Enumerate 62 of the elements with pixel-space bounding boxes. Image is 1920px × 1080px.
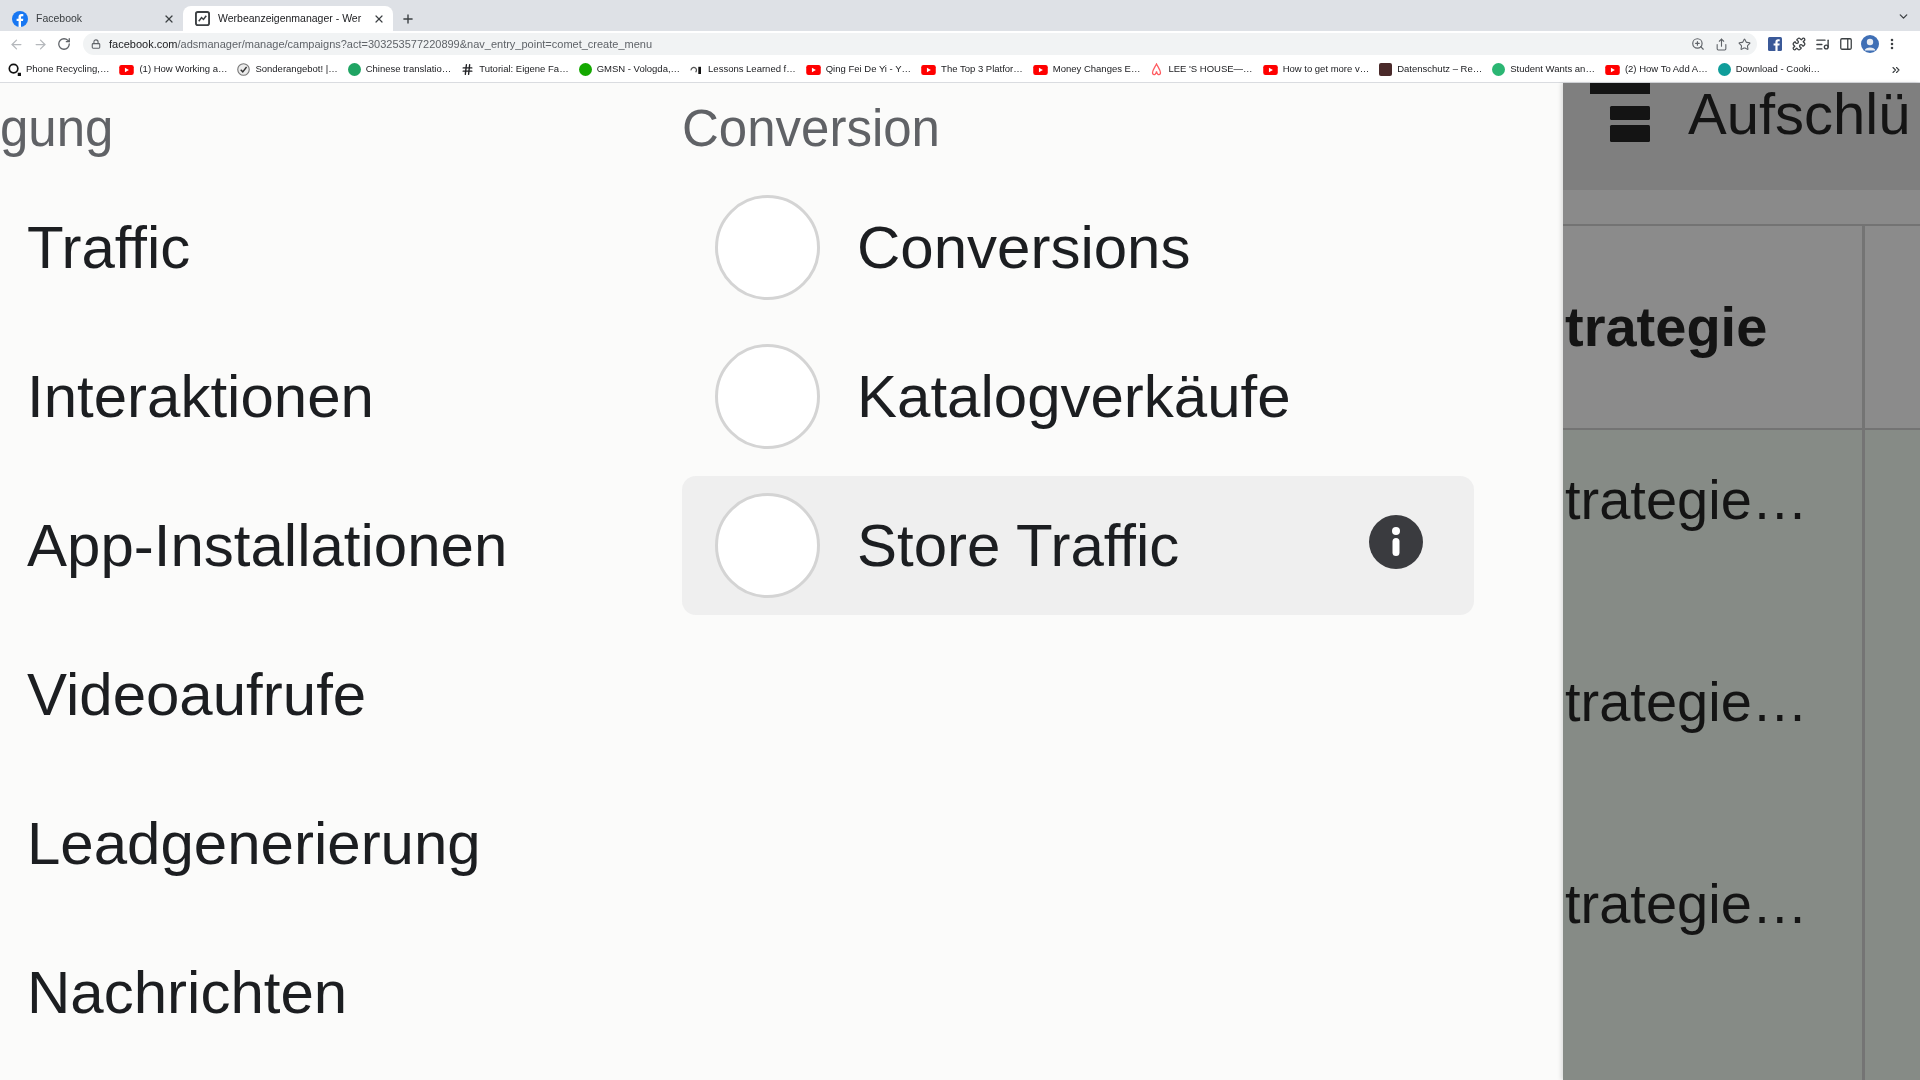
bookmark[interactable]: Student Wants an… bbox=[1492, 59, 1595, 80]
bookmark[interactable]: Datenschutz – Re… bbox=[1379, 59, 1483, 80]
stacked-bars-icon bbox=[1590, 83, 1650, 142]
radio-option[interactable]: Conversions bbox=[682, 178, 1474, 317]
option-label[interactable]: Interaktionen bbox=[27, 366, 374, 427]
zoom-icon[interactable] bbox=[1691, 37, 1705, 51]
option-label[interactable]: Videoaufrufe bbox=[27, 664, 367, 725]
play-icon bbox=[1262, 64, 1278, 75]
option-label[interactable]: Leadgenerierung bbox=[27, 813, 481, 874]
radio-option[interactable]: Katalogverkäufe bbox=[682, 327, 1474, 466]
play-icon bbox=[119, 64, 135, 75]
bookmark[interactable]: (1) How Working a… bbox=[119, 59, 228, 80]
table-cell-text: trategie… bbox=[1564, 871, 1809, 937]
lock-icon bbox=[91, 39, 101, 49]
bookmark[interactable]: (2) How To Add A… bbox=[1604, 59, 1708, 80]
play-icon bbox=[1604, 64, 1620, 75]
bookmark[interactable]: Phone Recycling,… bbox=[8, 59, 110, 80]
bookmark[interactable]: Sonderangebot! |… bbox=[237, 59, 338, 80]
bookmark[interactable]: Qing Fei De Yi - Y… bbox=[805, 59, 912, 80]
bookmark[interactable]: The Top 3 Platfor… bbox=[921, 59, 1023, 80]
bookmark[interactable]: Chinese translatio… bbox=[347, 59, 452, 80]
loop-icon bbox=[1150, 63, 1164, 76]
play-icon bbox=[1032, 64, 1048, 75]
side-panel-icon[interactable] bbox=[1839, 37, 1853, 51]
table-cell-text: trategie… bbox=[1564, 669, 1809, 735]
play-icon bbox=[921, 64, 937, 75]
radio-option[interactable]: Store Traffic bbox=[682, 476, 1474, 615]
option-label[interactable]: Traffic bbox=[27, 217, 191, 278]
hash-icon bbox=[461, 63, 475, 76]
ring-icon bbox=[8, 63, 21, 76]
bookmark[interactable]: How to get more v… bbox=[1262, 59, 1370, 80]
logo-icon bbox=[690, 65, 704, 74]
circle-logo-icon bbox=[12, 10, 28, 27]
star-icon[interactable] bbox=[1738, 37, 1751, 51]
playlist-icon[interactable] bbox=[1815, 36, 1830, 52]
photo-placeholder bbox=[1379, 63, 1393, 76]
avatar-icon[interactable] bbox=[1861, 35, 1879, 53]
table-cell-text: trategie… bbox=[1564, 467, 1809, 533]
puzzle-icon[interactable] bbox=[1792, 37, 1806, 51]
bookmark[interactable]: LEE 'S HOUSE—… bbox=[1150, 59, 1253, 80]
reload-icon[interactable] bbox=[57, 37, 71, 51]
browser-tab[interactable]: Facebook bbox=[0, 6, 183, 31]
address-bar[interactable]: facebook.com/adsmanager/manage/campaigns?act=303253577220899&nav_entry_point=comet_create_menu bbox=[83, 33, 1757, 55]
chart-square-icon bbox=[195, 11, 210, 26]
option-label[interactable]: App-Installationen bbox=[27, 515, 508, 576]
column-heading: Conversion bbox=[682, 102, 940, 154]
panel-title: Aufschlü bbox=[1688, 85, 1911, 143]
new-tab-icon[interactable] bbox=[401, 12, 415, 26]
play-icon bbox=[805, 64, 821, 75]
url-text: facebook.com/adsmanager/manage/campaigns?act=303253577220899&nav_entry_point=comet_create_menu bbox=[109, 36, 653, 52]
info-icon[interactable] bbox=[1369, 514, 1423, 569]
bookmark[interactable]: Tutorial: Eigene Fa… bbox=[461, 59, 569, 80]
bookmark[interactable]: Download - Cooki… bbox=[1717, 59, 1821, 80]
bookmark[interactable]: Money Changes E… bbox=[1032, 59, 1141, 80]
browser-tab[interactable]: Werbeanzeigenmanager - Wer bbox=[183, 6, 393, 31]
bookmark[interactable]: GMSN - Vologda,… bbox=[578, 59, 681, 80]
square-logo-icon[interactable] bbox=[1768, 37, 1782, 51]
bookmark[interactable]: Lessons Learned f… bbox=[690, 59, 796, 80]
option-label[interactable]: Nachrichten bbox=[27, 962, 348, 1023]
share-icon[interactable] bbox=[1715, 37, 1728, 51]
check-circle-icon bbox=[237, 63, 251, 76]
column-header: trategie bbox=[1563, 226, 1862, 430]
